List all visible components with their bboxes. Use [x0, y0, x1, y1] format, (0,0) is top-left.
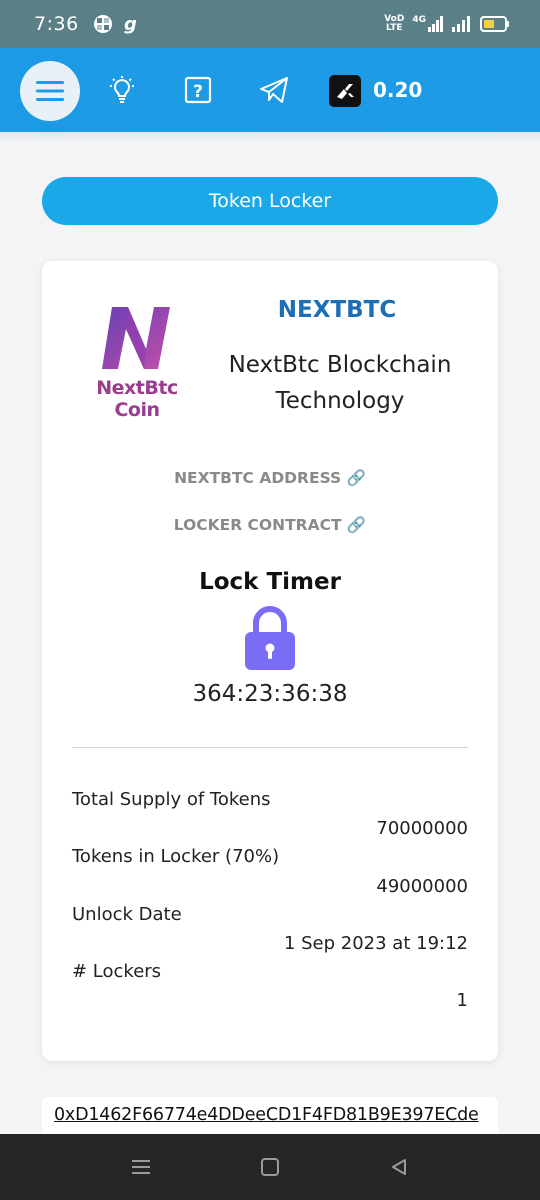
- stat-label-total-supply: Total Supply of Tokens: [72, 789, 271, 810]
- stat-value-lockers: 1: [456, 990, 468, 1011]
- network-label: VoD LTE: [384, 14, 405, 33]
- token-address-link[interactable]: NEXTBTC ADDRESS 🔗: [42, 469, 498, 487]
- token-price: 0.20: [373, 78, 423, 102]
- system-nav-bar: [0, 1134, 540, 1200]
- lock-timer-title: Lock Timer: [199, 569, 341, 595]
- back-icon: [392, 1159, 406, 1175]
- token-symbol: NEXTBTC: [277, 297, 397, 323]
- stat-label-unlock-date: Unlock Date: [72, 904, 182, 925]
- recent-apps-icon: [132, 1160, 150, 1174]
- stat-value-total-supply: 70000000: [376, 818, 468, 839]
- back-button[interactable]: [386, 1154, 412, 1180]
- stat-label-lockers: # Lockers: [72, 961, 162, 982]
- signal-icon: [428, 16, 443, 32]
- signal-4g: 4G: [412, 16, 444, 32]
- help-button[interactable]: ?: [182, 74, 214, 106]
- stat-value-tokens-in-locker: 49000000: [376, 876, 468, 897]
- stat-label-tokens-in-locker: Tokens in Locker (70%): [72, 846, 280, 867]
- locker-contract-link[interactable]: LOCKER CONTRACT 🔗: [42, 516, 498, 534]
- locker-address-link[interactable]: 0xD1462F66774e4DDeeCD1F4FD81B9E397ECde: [54, 1105, 479, 1125]
- menu-icon: [36, 81, 64, 101]
- status-bar: 7:36 g VoD LTE 4G: [0, 0, 540, 48]
- svg-text:?: ?: [193, 82, 203, 102]
- logo-text: NextBtc Coin: [96, 377, 178, 421]
- locker-address-box: 0xD1462F66774e4DDeeCD1F4FD81B9E397ECde: [42, 1097, 498, 1137]
- telegram-icon: [260, 77, 288, 103]
- app-bar: ?: [0, 48, 540, 132]
- svg-text:g: g: [124, 14, 137, 34]
- token-card: NextBtc Coin NEXTBTC NextBtc Blockchain …: [42, 261, 498, 1061]
- lock-timer: 364:23:36:38: [192, 681, 348, 707]
- divider: [72, 747, 468, 748]
- help-icon: ?: [184, 76, 212, 104]
- padlock-icon: [245, 606, 295, 670]
- menu-button[interactable]: [20, 61, 80, 121]
- g-app-icon: g: [124, 14, 137, 34]
- token-logo-button[interactable]: [329, 75, 361, 107]
- token-logo: NextBtc Coin: [72, 299, 202, 421]
- token-name: NextBtc Blockchain Technology: [228, 352, 452, 414]
- nextbtc-logo-icon: [102, 307, 170, 369]
- pinwheel-icon: [93, 15, 112, 33]
- signal-icon-2: [452, 16, 470, 32]
- lightbulb-icon: [110, 76, 134, 103]
- telegram-button[interactable]: [258, 74, 290, 106]
- token-locker-button[interactable]: Token Locker: [42, 177, 498, 225]
- home-button[interactable]: [257, 1154, 283, 1180]
- home-icon: [261, 1158, 279, 1176]
- token-logo-icon: [337, 84, 354, 99]
- stat-value-unlock-date: 1 Sep 2023 at 19:12: [283, 933, 468, 954]
- battery-icon: [480, 16, 509, 32]
- recent-apps-button[interactable]: [128, 1154, 154, 1180]
- app-bar-shadow: [0, 132, 540, 142]
- network-type: 4G: [412, 15, 426, 25]
- status-time: 7:36: [34, 13, 79, 35]
- lightbulb-button[interactable]: [106, 74, 138, 106]
